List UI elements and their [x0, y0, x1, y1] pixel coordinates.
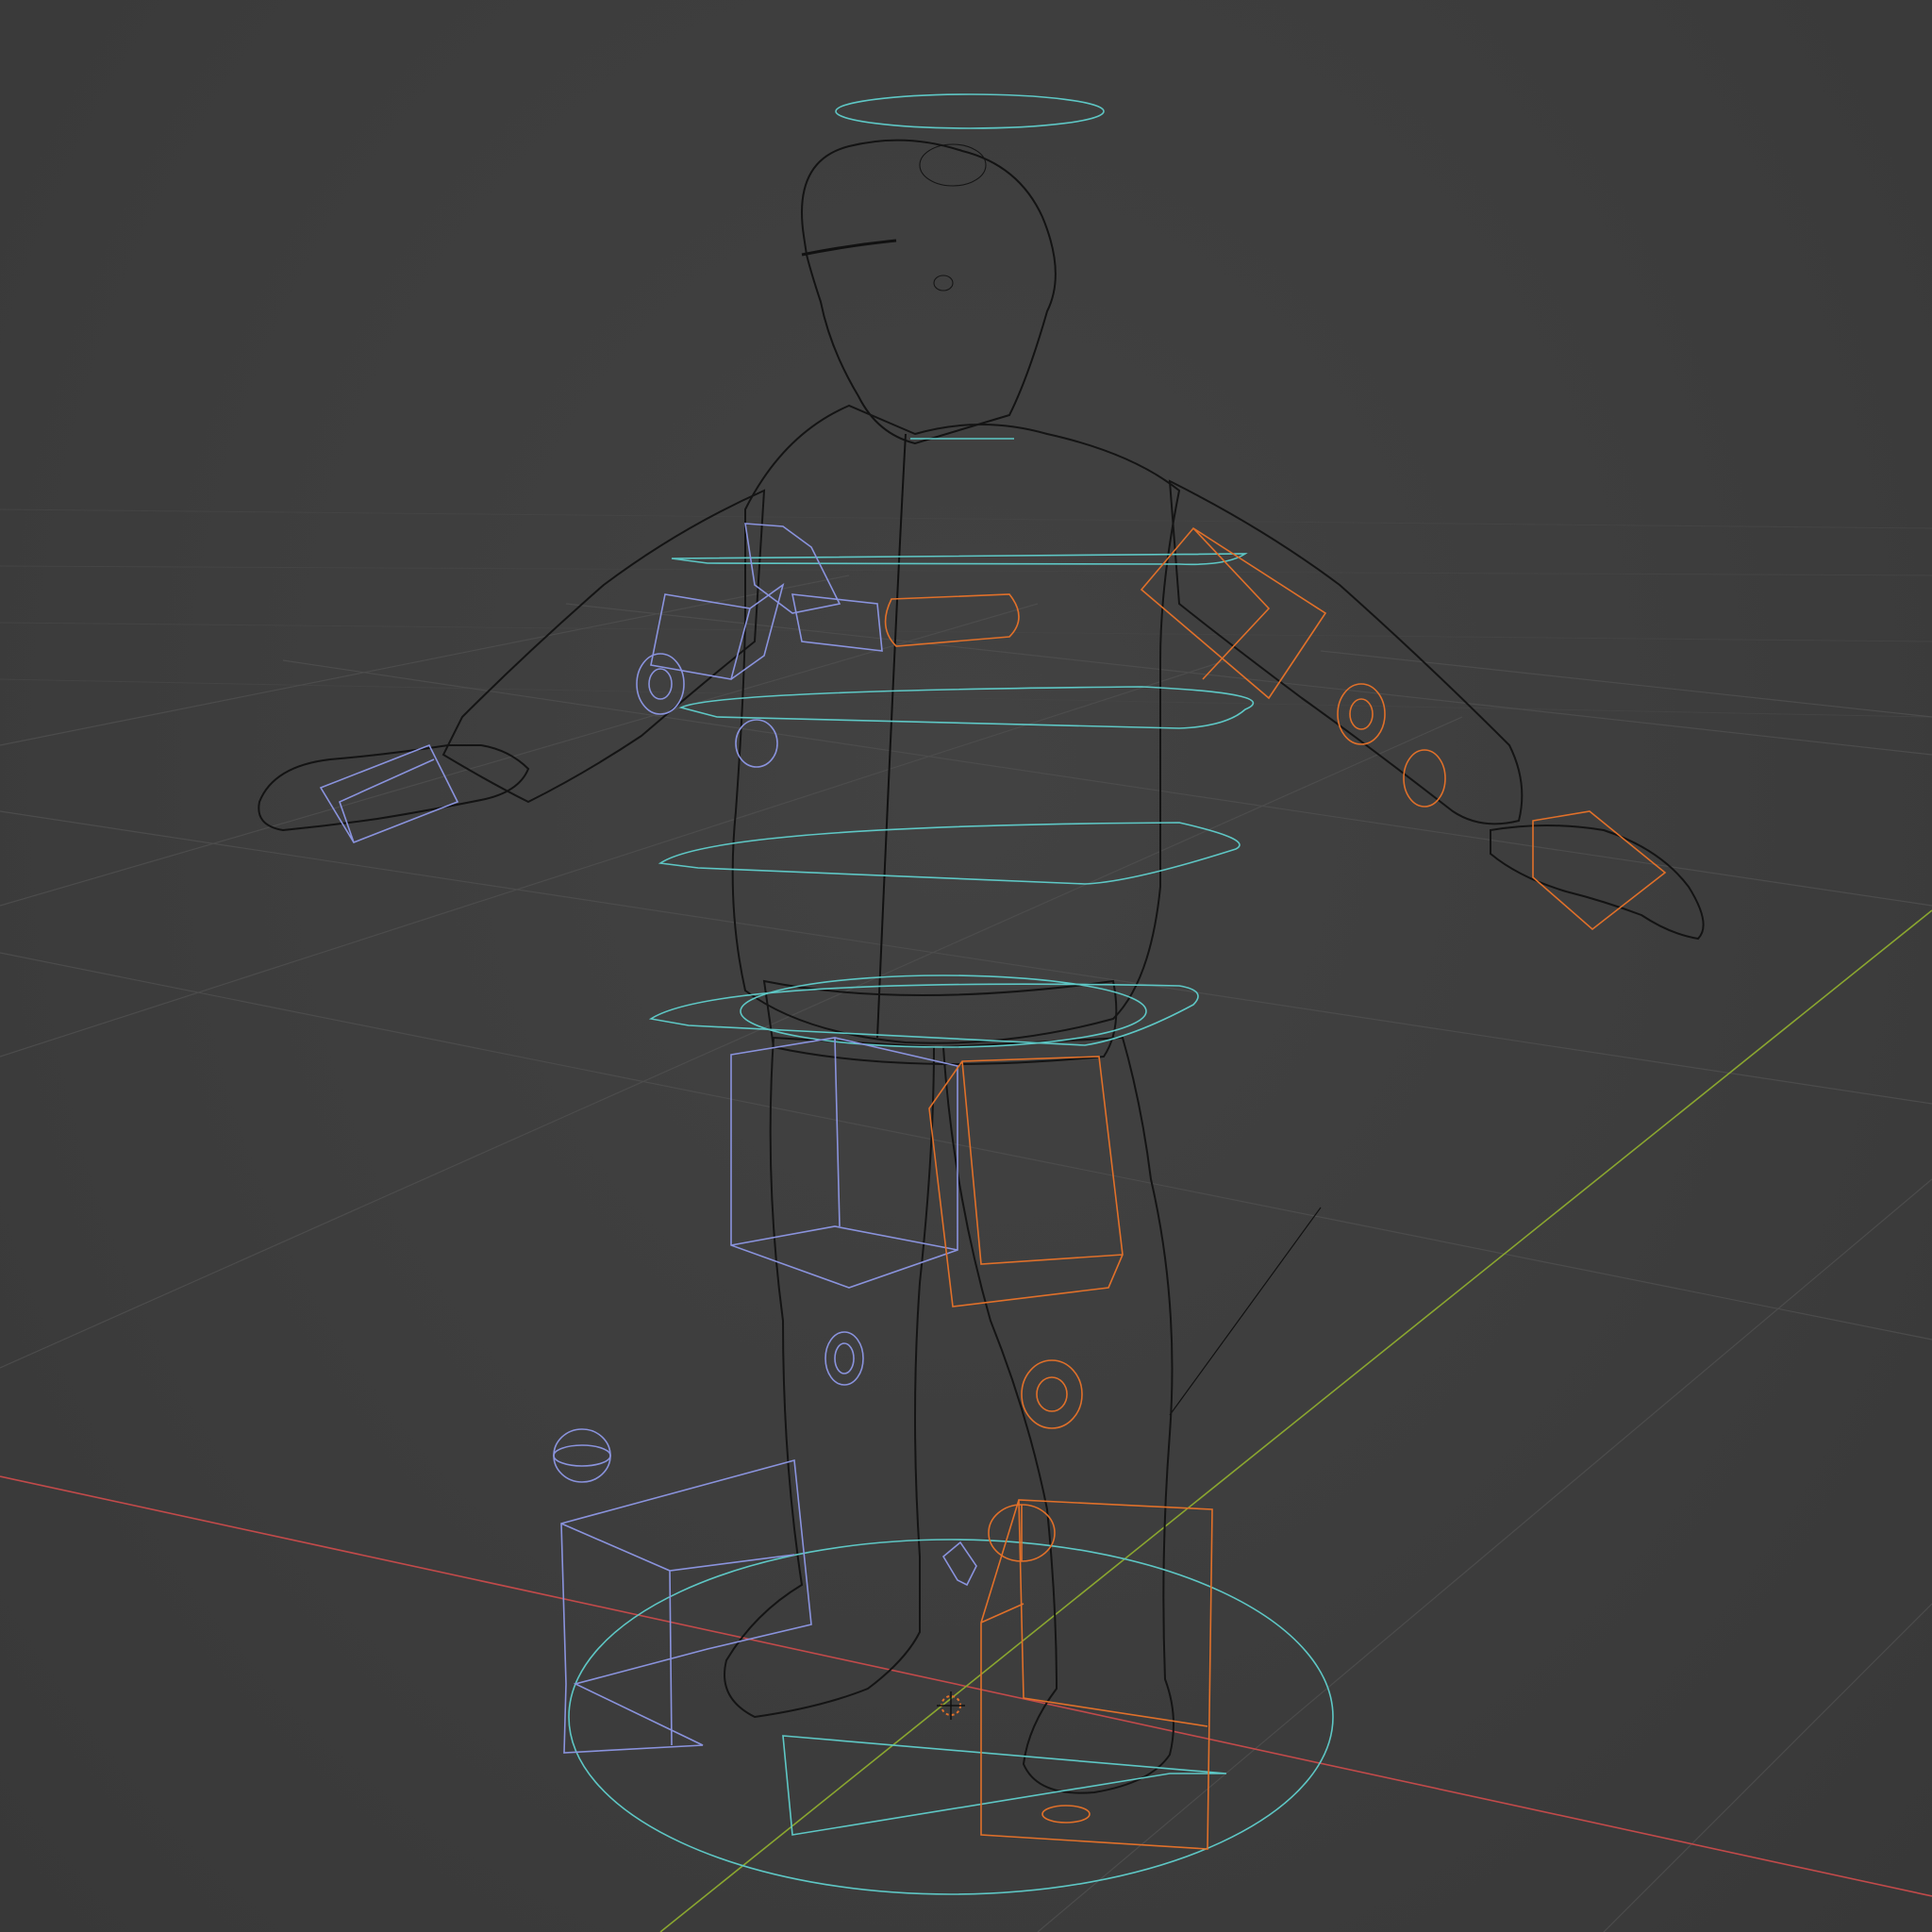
head-control-ring[interactable]: [835, 93, 1105, 129]
right-side-controls[interactable]: [884, 526, 1667, 1850]
right-toe-control[interactable]: [1041, 1805, 1091, 1824]
left-elbow-pole[interactable]: [735, 719, 778, 768]
left-hand-control[interactable]: [319, 743, 459, 843]
torso-mesh[interactable]: [731, 404, 1181, 1044]
left-knee-control[interactable]: [824, 1331, 864, 1386]
left-hand-mesh[interactable]: [258, 744, 530, 832]
spine-control[interactable]: [658, 822, 1241, 885]
object-parent-line: [1169, 1207, 1322, 1416]
character-mesh[interactable]: [258, 139, 1705, 1794]
left-side-controls[interactable]: [319, 523, 977, 1754]
left-foot-pole[interactable]: [553, 1428, 611, 1483]
left-arm-box[interactable]: [791, 593, 883, 652]
right-knee-control[interactable]: [1021, 1359, 1083, 1429]
right-leg-mesh[interactable]: [941, 1036, 1174, 1794]
right-hand-mesh[interactable]: [1490, 824, 1705, 941]
left-leg-mesh[interactable]: [724, 1036, 936, 1719]
y-axis-line: [659, 909, 1932, 1932]
right-shoulder-control[interactable]: [884, 593, 1020, 647]
left-toe-control[interactable]: [941, 1541, 977, 1587]
left-upper-arm-control[interactable]: [650, 583, 785, 680]
right-elbow-control[interactable]: [1337, 683, 1386, 745]
head-mesh[interactable]: [801, 139, 1057, 445]
3d-viewport[interactable]: [0, 0, 1932, 1932]
left-elbow-control[interactable]: [636, 653, 685, 715]
left-arm-mesh[interactable]: [441, 489, 766, 804]
chest-control[interactable]: [671, 553, 1248, 566]
floor-grid: [0, 575, 1932, 1932]
root-arrow[interactable]: [782, 1735, 1227, 1836]
viewport-canvas[interactable]: [0, 0, 1932, 1932]
3d-cursor[interactable]: [937, 1691, 965, 1720]
right-arm-mesh[interactable]: [1168, 479, 1524, 825]
